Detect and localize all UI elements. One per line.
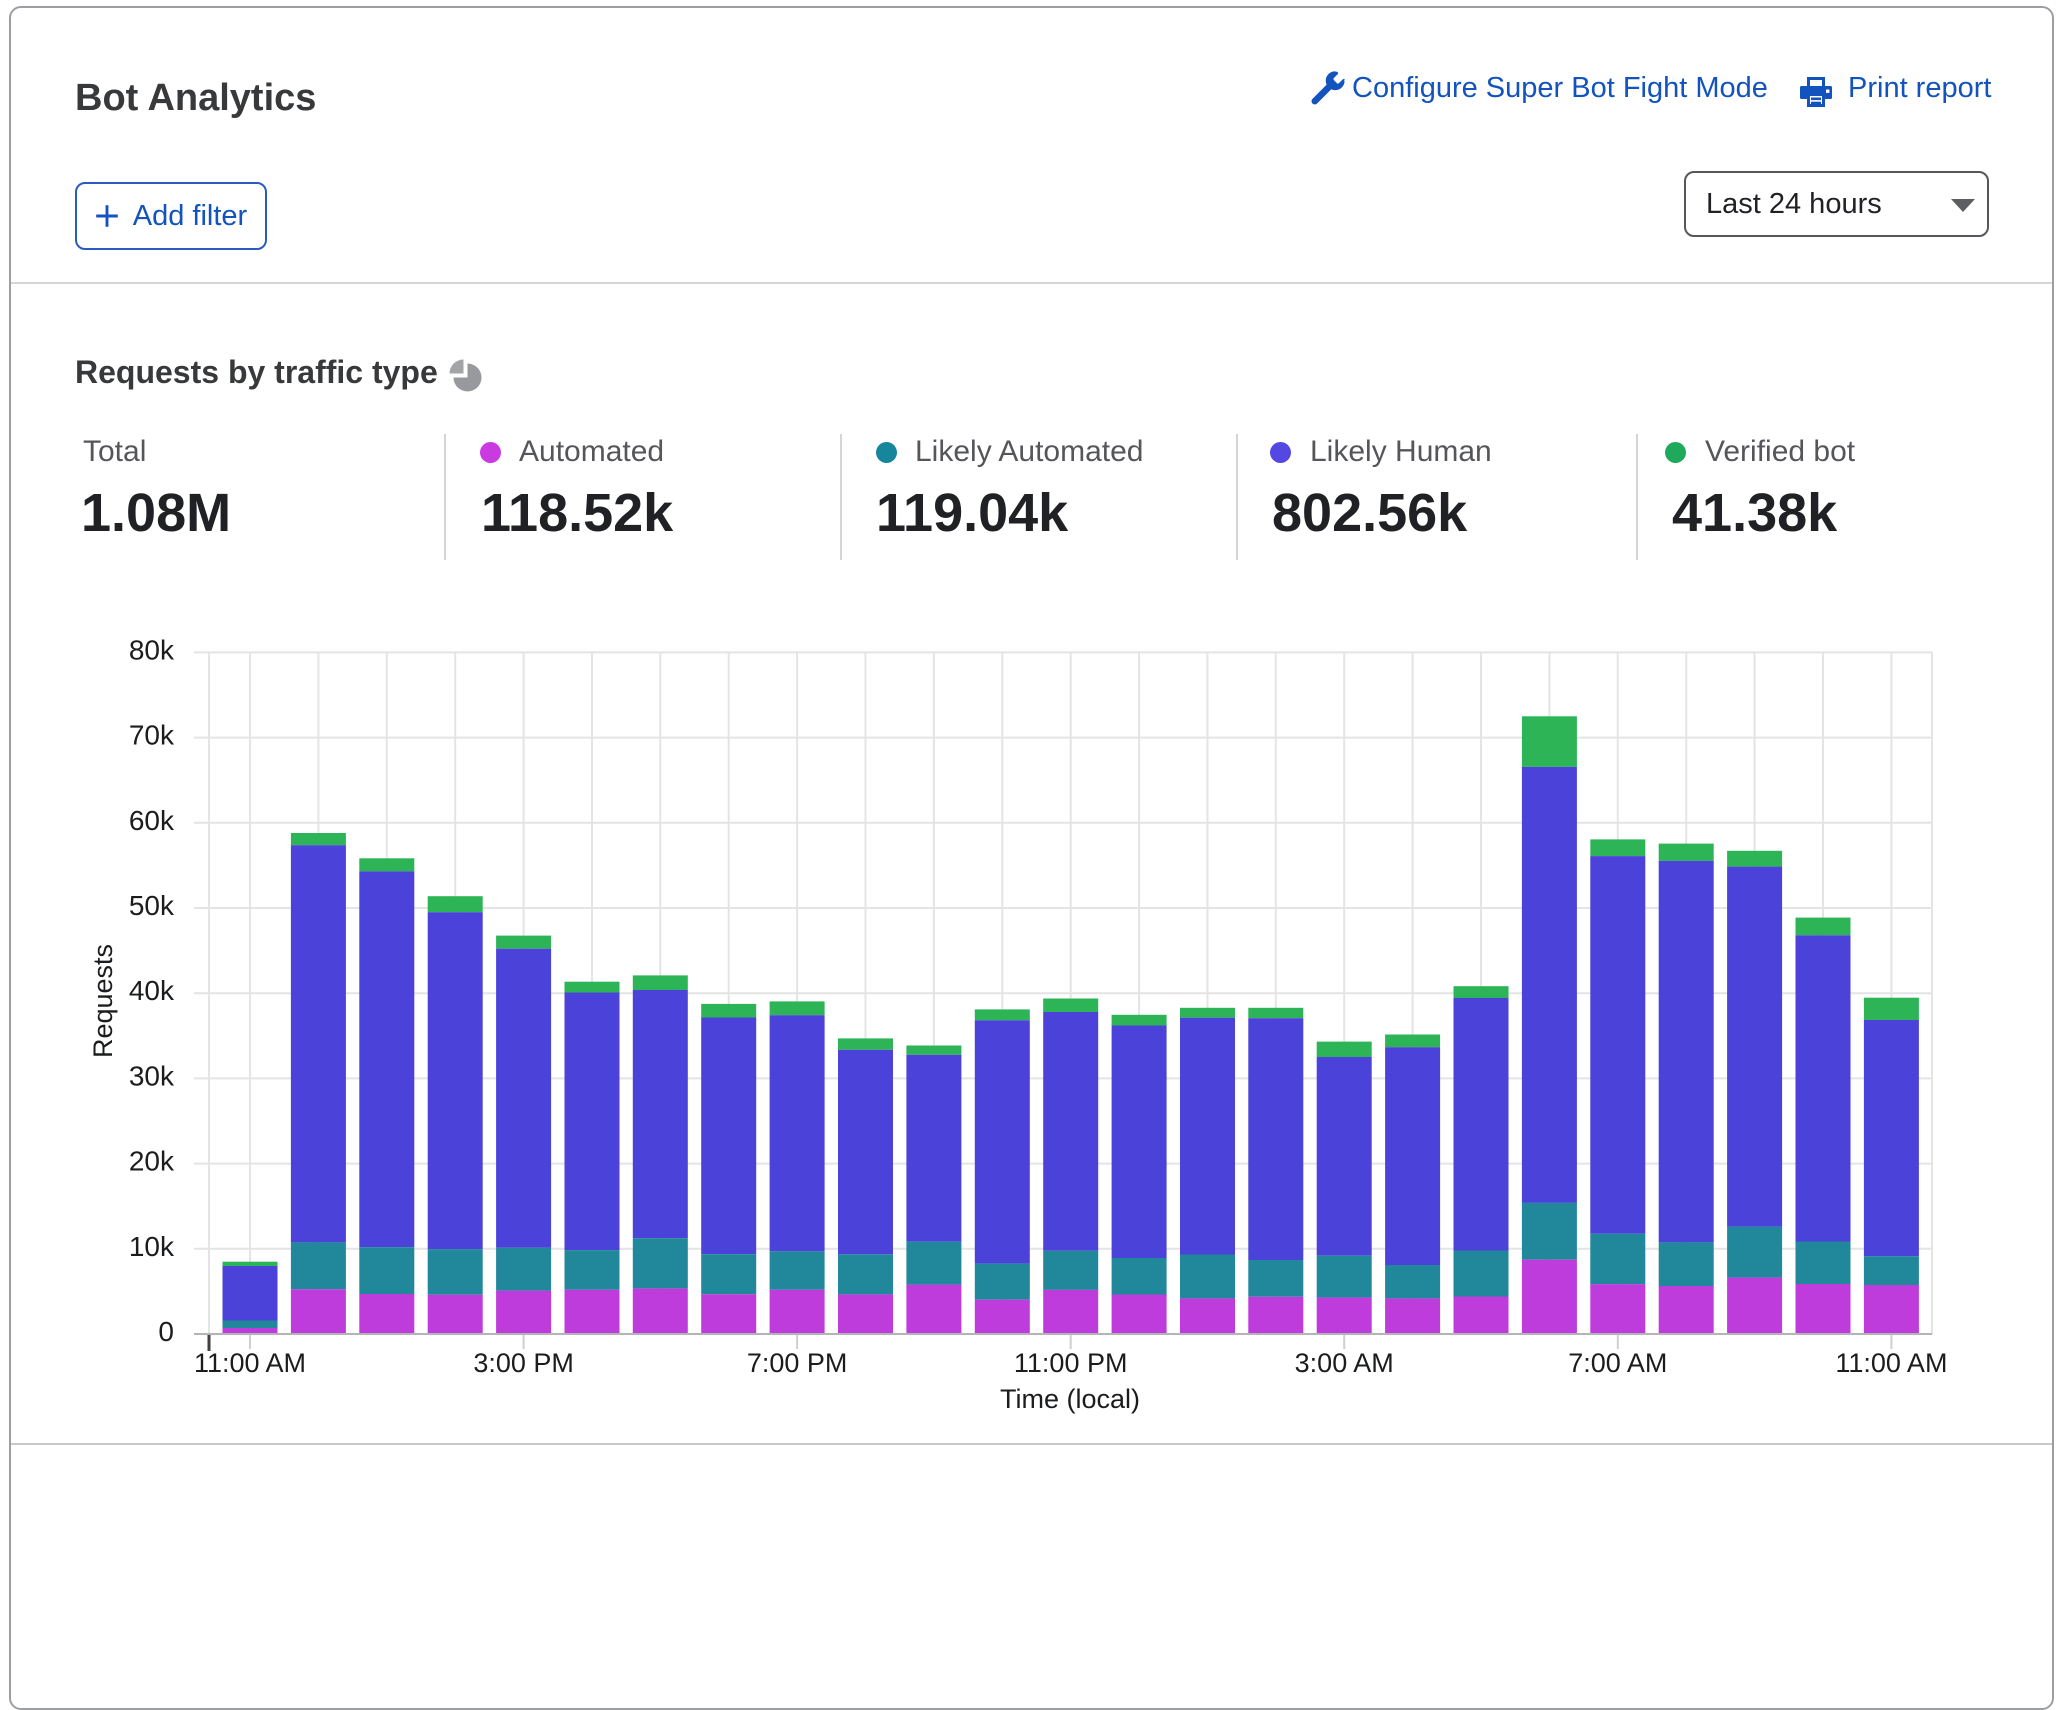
svg-text:20k: 20k [129,1146,175,1177]
svg-text:60k: 60k [129,805,175,836]
svg-text:11:00 PM: 11:00 PM [1014,1348,1128,1378]
svg-text:10k: 10k [129,1231,175,1262]
svg-text:7:00 AM: 7:00 AM [1568,1348,1667,1378]
svg-text:Time (local): Time (local) [1000,1384,1140,1414]
svg-text:80k: 80k [129,634,175,665]
svg-text:11:00 AM: 11:00 AM [194,1348,306,1378]
svg-text:11:00 AM: 11:00 AM [1835,1348,1947,1378]
svg-text:40k: 40k [129,975,175,1006]
svg-text:30k: 30k [129,1060,175,1091]
svg-text:3:00 AM: 3:00 AM [1295,1348,1394,1378]
svg-text:70k: 70k [129,720,175,751]
svg-text:7:00 PM: 7:00 PM [747,1348,848,1378]
svg-text:50k: 50k [129,890,175,921]
svg-text:3:00 PM: 3:00 PM [473,1348,574,1378]
svg-text:Requests: Requests [88,944,118,1058]
svg-text:0: 0 [158,1316,174,1347]
